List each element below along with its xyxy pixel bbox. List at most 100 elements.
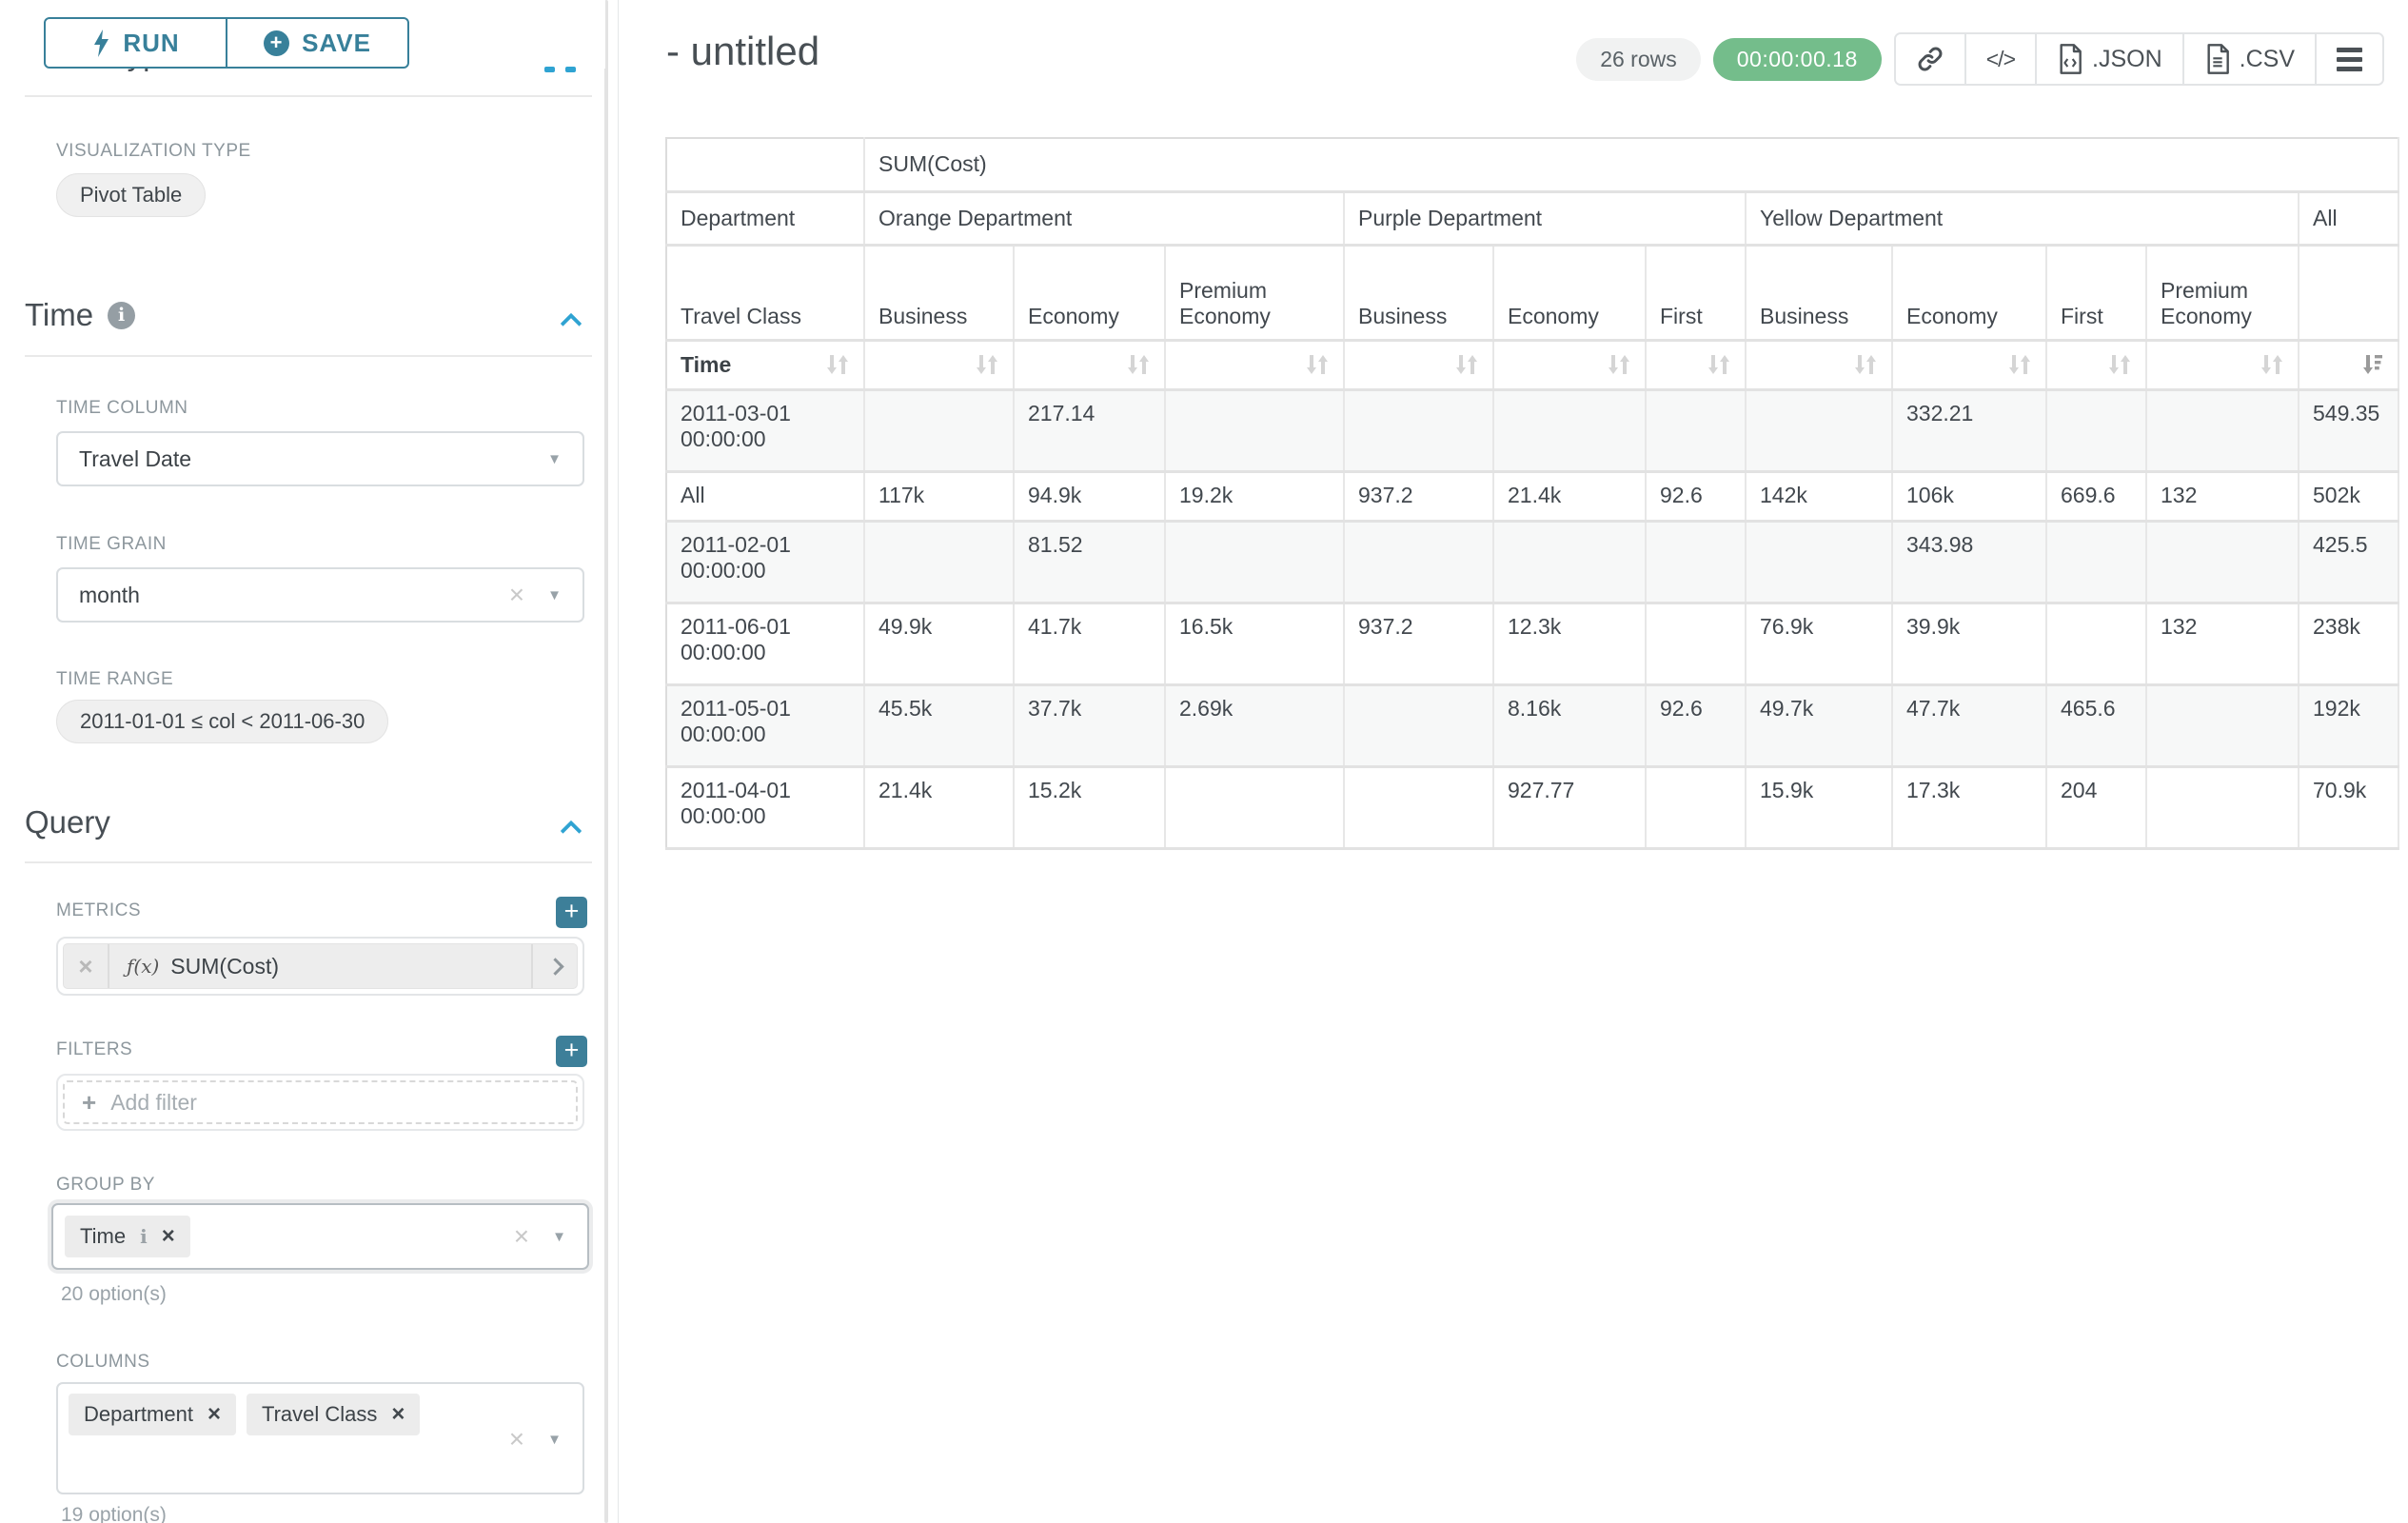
remove-icon[interactable]: × — [162, 1225, 175, 1248]
pivot-dept-axis-label: Department — [666, 191, 864, 245]
pivot-cell — [1646, 521, 1746, 603]
pivot-cell — [1165, 521, 1344, 603]
pivot-sort-cell[interactable] — [2046, 340, 2146, 389]
sort-unsorted-icon — [1853, 352, 1878, 377]
pivot-sort-cell-inner: Time — [681, 352, 850, 378]
pivot-sort-cell[interactable] — [864, 340, 1014, 389]
pivot-col-header: Business — [1746, 245, 1892, 340]
sort-unsorted-icon — [825, 352, 850, 377]
pivot-cell — [1165, 389, 1344, 471]
json-file-icon — [2057, 44, 2083, 74]
chevron-right-icon — [546, 958, 563, 975]
pivot-sort-cell[interactable] — [1493, 340, 1646, 389]
add-metric-button[interactable]: + — [556, 897, 587, 928]
time-range-pill[interactable]: 2011-01-01 ≤ col < 2011-06-30 — [56, 700, 388, 743]
share-link-button[interactable] — [1896, 34, 1964, 84]
add-filter-label: Add filter — [110, 1090, 197, 1116]
pivot-cell: 937.2 — [1344, 471, 1493, 521]
columns-select[interactable]: Department × Travel Class × × ▼ — [56, 1382, 584, 1494]
pivot-sort-cell[interactable] — [1344, 340, 1493, 389]
pivot-col-header: Business — [864, 245, 1014, 340]
pivot-cell: 45.5k — [864, 684, 1014, 766]
collapse-query-section-icon[interactable] — [562, 818, 581, 837]
save-button-label: SAVE — [302, 29, 371, 58]
time-grain-select[interactable]: month × ▼ — [56, 567, 584, 623]
export-csv-button[interactable]: .CSV — [2182, 34, 2315, 84]
remove-icon[interactable]: × — [207, 1403, 221, 1426]
group-by-select[interactable]: Time i × × ▼ — [51, 1203, 589, 1270]
pivot-row-label: 2011-02-01 00:00:00 — [666, 521, 864, 603]
pivot-cell: 192k — [2299, 684, 2398, 766]
pivot-row-label: 2011-06-01 00:00:00 — [666, 603, 864, 684]
scrolled-chevron-fragment — [565, 67, 576, 72]
section-divider — [25, 355, 592, 357]
visualization-type-pill[interactable]: Pivot Table — [56, 173, 206, 217]
pivot-sort-cell[interactable] — [1014, 340, 1165, 389]
pivot-sort-cell-time[interactable]: Time — [666, 340, 864, 389]
sort-unsorted-icon — [2260, 352, 2284, 377]
clear-icon[interactable]: × — [509, 582, 524, 608]
panel-scrollbar[interactable] — [604, 0, 608, 1523]
pivot-cell — [1646, 603, 1746, 684]
pivot-cell: 49.9k — [864, 603, 1014, 684]
save-button[interactable]: + SAVE — [226, 19, 407, 67]
pivot-cell: 132 — [2146, 603, 2299, 684]
pivot-head: SUM(Cost)DepartmentOrange DepartmentPurp… — [666, 138, 2398, 389]
pivot-sort-cell-inner — [2313, 352, 2384, 377]
clear-icon[interactable]: × — [514, 1223, 529, 1250]
export-json-button[interactable]: .JSON — [2035, 34, 2182, 84]
add-filter-button[interactable]: + Add filter — [63, 1080, 578, 1124]
pivot-cell — [1746, 521, 1892, 603]
caret-down-icon[interactable]: ▼ — [547, 588, 562, 603]
remove-icon[interactable]: × — [391, 1403, 405, 1426]
pivot-metric-row: SUM(Cost) — [666, 138, 2398, 191]
pivot-cell: 92.6 — [1646, 684, 1746, 766]
clear-icon[interactable]: × — [509, 1426, 524, 1453]
pivot-sort-cell[interactable] — [1646, 340, 1746, 389]
menu-button[interactable] — [2315, 34, 2382, 84]
pivot-col-header — [2299, 245, 2398, 340]
expand-metric-button[interactable] — [531, 944, 577, 988]
pivot-cell: 343.98 — [1892, 521, 2046, 603]
pivot-cell: 332.21 — [1892, 389, 2046, 471]
caret-down-icon[interactable]: ▼ — [547, 1433, 562, 1447]
remove-metric-icon[interactable]: × — [64, 944, 109, 988]
scrolled-chevron-fragment — [544, 67, 555, 72]
columns-tag-travel-class[interactable]: Travel Class × — [247, 1394, 420, 1435]
pivot-cell — [2146, 766, 2299, 848]
collapse-time-section-icon[interactable] — [562, 310, 581, 329]
pivot-cell — [1344, 766, 1493, 848]
pivot-cell: 217.14 — [1014, 389, 1165, 471]
info-icon: i — [108, 302, 135, 329]
metrics-box: × ƒ(x) SUM(Cost) — [56, 937, 584, 996]
time-grain-value: month — [79, 583, 140, 608]
pivot-cell: 465.6 — [2046, 684, 2146, 766]
pivot-table-container: SUM(Cost)DepartmentOrange DepartmentPurp… — [665, 137, 2399, 850]
time-column-select[interactable]: Travel Date ▼ — [56, 431, 584, 486]
pivot-sort-cell-inner — [1179, 352, 1330, 377]
caret-down-icon[interactable]: ▼ — [547, 452, 562, 466]
pivot-cell: 16.5k — [1165, 603, 1344, 684]
pivot-sort-cell[interactable] — [2299, 340, 2398, 389]
columns-tag-department[interactable]: Department × — [69, 1394, 236, 1435]
section-divider — [25, 861, 592, 863]
run-button[interactable]: RUN — [46, 19, 226, 67]
pivot-sort-cell[interactable] — [1892, 340, 2046, 389]
pivot-cell: 21.4k — [1493, 471, 1646, 521]
pivot-cell: 92.6 — [1646, 471, 1746, 521]
time-section-title: Time — [25, 297, 93, 333]
view-query-button[interactable]: </> — [1964, 34, 2035, 84]
caret-down-icon[interactable]: ▼ — [552, 1230, 566, 1244]
add-filter-plus-button[interactable]: + — [556, 1036, 587, 1067]
pivot-sort-cell[interactable] — [1746, 340, 1892, 389]
pivot-cell: 81.52 — [1014, 521, 1165, 603]
pivot-cell: 425.5 — [2299, 521, 2398, 603]
pivot-sort-cell[interactable] — [2146, 340, 2299, 389]
group-by-tag-time[interactable]: Time i × — [65, 1216, 190, 1257]
chart-title[interactable]: - untitled — [666, 29, 819, 74]
pivot-col-header: Economy — [1014, 245, 1165, 340]
pivot-group-header: All — [2299, 191, 2398, 245]
metric-pill[interactable]: × ƒ(x) SUM(Cost) — [63, 943, 578, 989]
pivot-cell: 94.9k — [1014, 471, 1165, 521]
pivot-sort-cell[interactable] — [1165, 340, 1344, 389]
